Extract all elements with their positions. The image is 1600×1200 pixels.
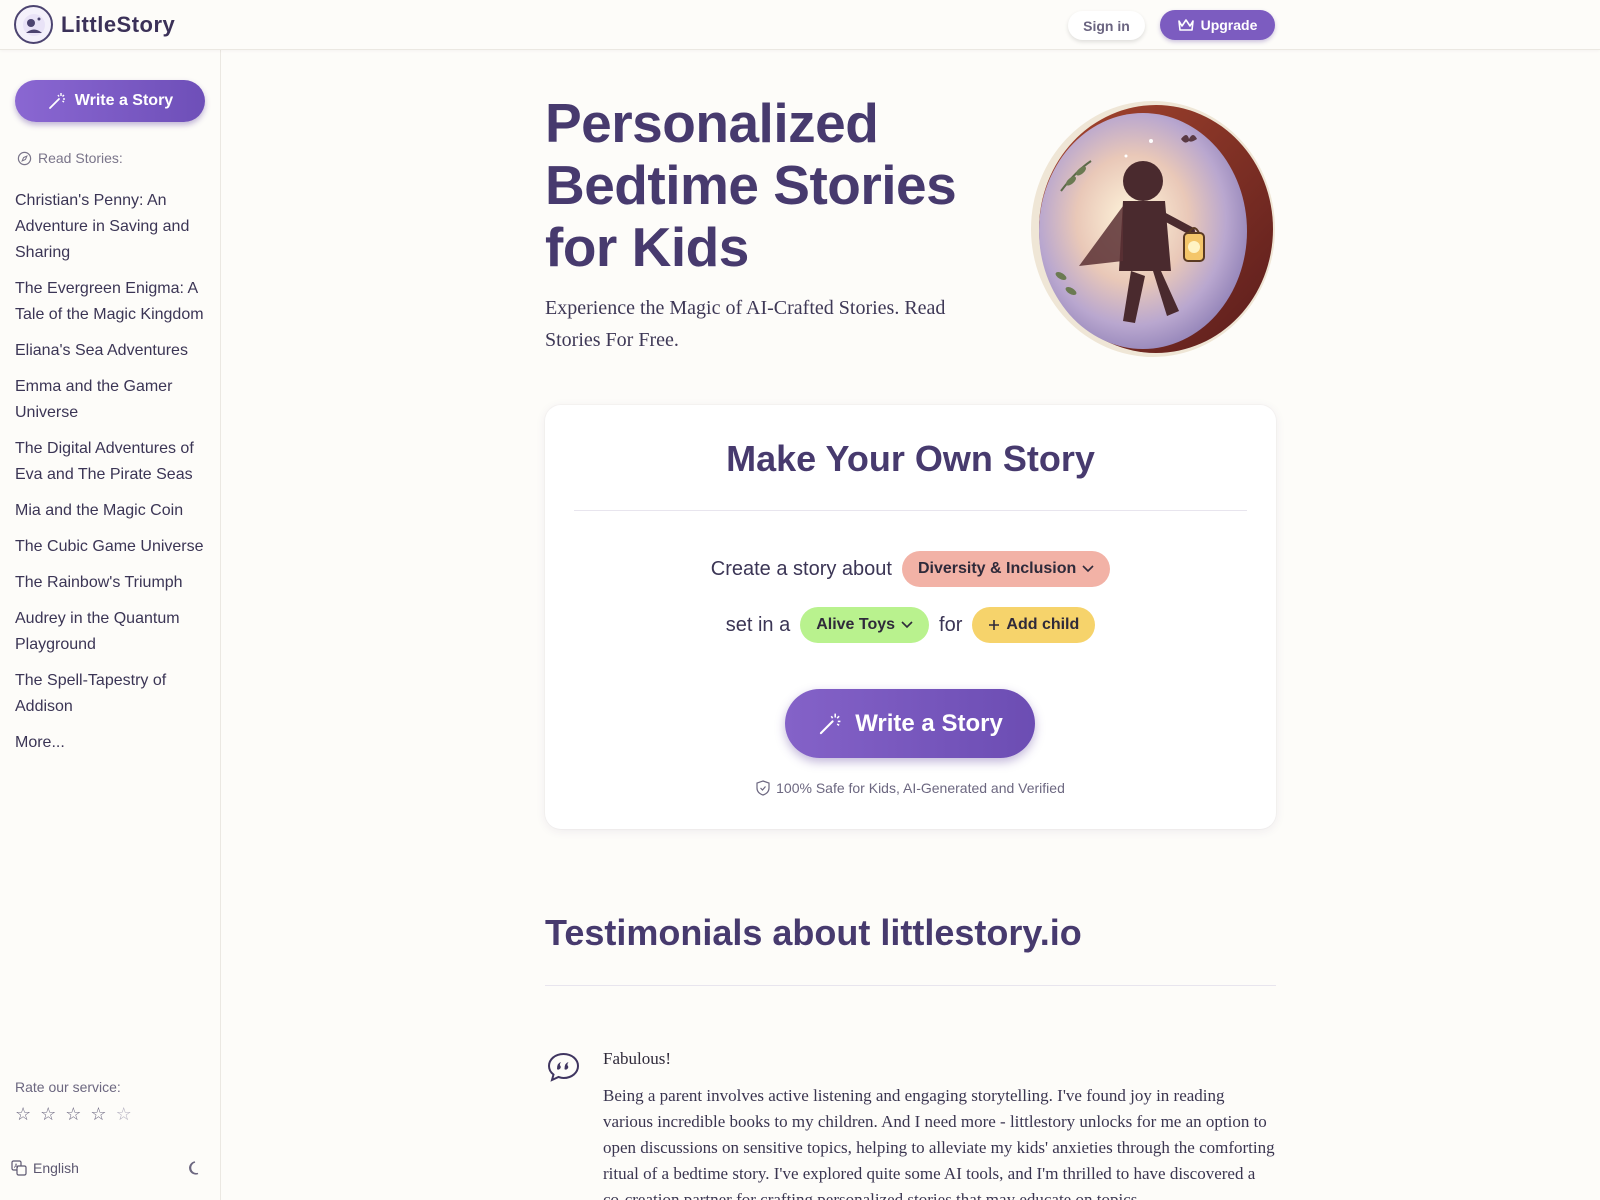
brand-name: LittleStory (61, 11, 176, 37)
magic-wand-icon (820, 713, 841, 734)
star-icon[interactable]: ☆ (116, 1104, 132, 1124)
sidebar: Write a Story Read Stories: Christian's … (0, 50, 221, 1200)
topic-row: Create a story about Diversity & Inclusi… (545, 551, 1276, 587)
hero-subtitle: Experience the Magic of AI-Crafted Stori… (545, 297, 946, 351)
divider (574, 510, 1247, 511)
quote-bubble-icon (547, 1051, 580, 1088)
story-link[interactable]: The Rainbow's Triumph (15, 570, 215, 596)
write-story-button[interactable]: Write a Story (785, 689, 1035, 758)
chevron-down-icon (1082, 565, 1094, 573)
divider (545, 985, 1276, 986)
story-link[interactable]: Audrey in the Quantum Playground (15, 606, 215, 658)
sidebar-write-story-label: Write a Story (74, 92, 174, 109)
story-list: Christian's Penny: An Adventure in Savin… (15, 188, 215, 766)
rating-stars: ☆ ☆ ☆ ☆ ☆ (15, 1104, 132, 1124)
star-icon[interactable]: ☆ (40, 1104, 56, 1124)
top-header: LittleStory Sign in Upgrade (0, 0, 1600, 50)
translate-icon: A (11, 1160, 27, 1176)
star-icon[interactable]: ☆ (65, 1104, 81, 1124)
logo-mark-icon (14, 5, 53, 44)
topic-value: Diversity & Inclusion (917, 560, 1077, 577)
language-selector[interactable]: A English (11, 1160, 79, 1176)
magic-wand-icon (48, 93, 65, 109)
star-icon[interactable]: ☆ (90, 1104, 106, 1124)
story-link[interactable]: The Cubic Game Universe (15, 534, 215, 560)
story-link[interactable]: Mia and the Magic Coin (15, 498, 215, 524)
add-child-button[interactable]: Add child (972, 607, 1096, 643)
for-label: for (939, 613, 963, 636)
setting-value: Alive Toys (816, 616, 896, 633)
shield-check-icon (756, 780, 770, 796)
write-story-label: Write a Story (855, 709, 1003, 737)
chevron-down-icon (901, 621, 913, 629)
sign-in-button[interactable]: Sign in (1068, 11, 1145, 40)
testimonial-heading: Fabulous! (603, 1049, 671, 1068)
set-in-prefix: set in a (725, 613, 791, 636)
sidebar-write-story-button[interactable]: Write a Story (15, 80, 205, 122)
story-link[interactable]: Christian's Penny: An Adventure in Savin… (15, 188, 215, 266)
language-label: English (33, 1160, 79, 1176)
upgrade-button[interactable]: Upgrade (1160, 10, 1275, 40)
read-stories-heading: Read Stories: (17, 150, 123, 166)
moon-icon[interactable] (187, 1160, 203, 1181)
setting-row: set in a Alive Toys for Add child (545, 607, 1276, 643)
story-maker-card: Make Your Own Story Create a story about… (545, 405, 1276, 829)
safety-note-text: 100% Safe for Kids, AI-Generated and Ver… (776, 780, 1065, 796)
upgrade-label: Upgrade (1200, 17, 1258, 33)
story-link[interactable]: Emma and the Gamer Universe (15, 374, 215, 426)
star-icon[interactable]: ☆ (15, 1104, 31, 1124)
compass-icon (17, 151, 32, 165)
testimonial-body: Being a parent involves active listening… (603, 1086, 1275, 1200)
add-child-label: Add child (1006, 616, 1080, 633)
brand-logo[interactable]: LittleStory (14, 5, 175, 44)
more-stories-link[interactable]: More... (15, 730, 215, 756)
hero-title: Personalized Bedtime Stories for Kids (545, 92, 957, 278)
story-link[interactable]: The Spell-Tapestry of Addison (15, 668, 215, 720)
story-link[interactable]: The Digital Adventures of Eva and The Pi… (15, 436, 215, 488)
rate-service-label: Rate our service: (15, 1079, 121, 1095)
setting-dropdown[interactable]: Alive Toys (800, 607, 930, 643)
story-maker-title: Make Your Own Story (726, 438, 1095, 479)
safety-note: 100% Safe for Kids, AI-Generated and Ver… (545, 780, 1276, 796)
story-link[interactable]: Eliana's Sea Adventures (15, 338, 215, 364)
read-stories-label: Read Stories: (38, 150, 123, 166)
plus-icon (989, 620, 1000, 630)
testimonials-title: Testimonials about littlestory.io (545, 912, 1082, 953)
create-prefix: Create a story about (710, 557, 892, 580)
hero-illustration (1031, 101, 1276, 358)
crown-icon (1177, 19, 1194, 31)
story-link[interactable]: The Evergreen Enigma: A Tale of the Magi… (15, 276, 215, 328)
topic-dropdown[interactable]: Diversity & Inclusion (901, 551, 1111, 587)
